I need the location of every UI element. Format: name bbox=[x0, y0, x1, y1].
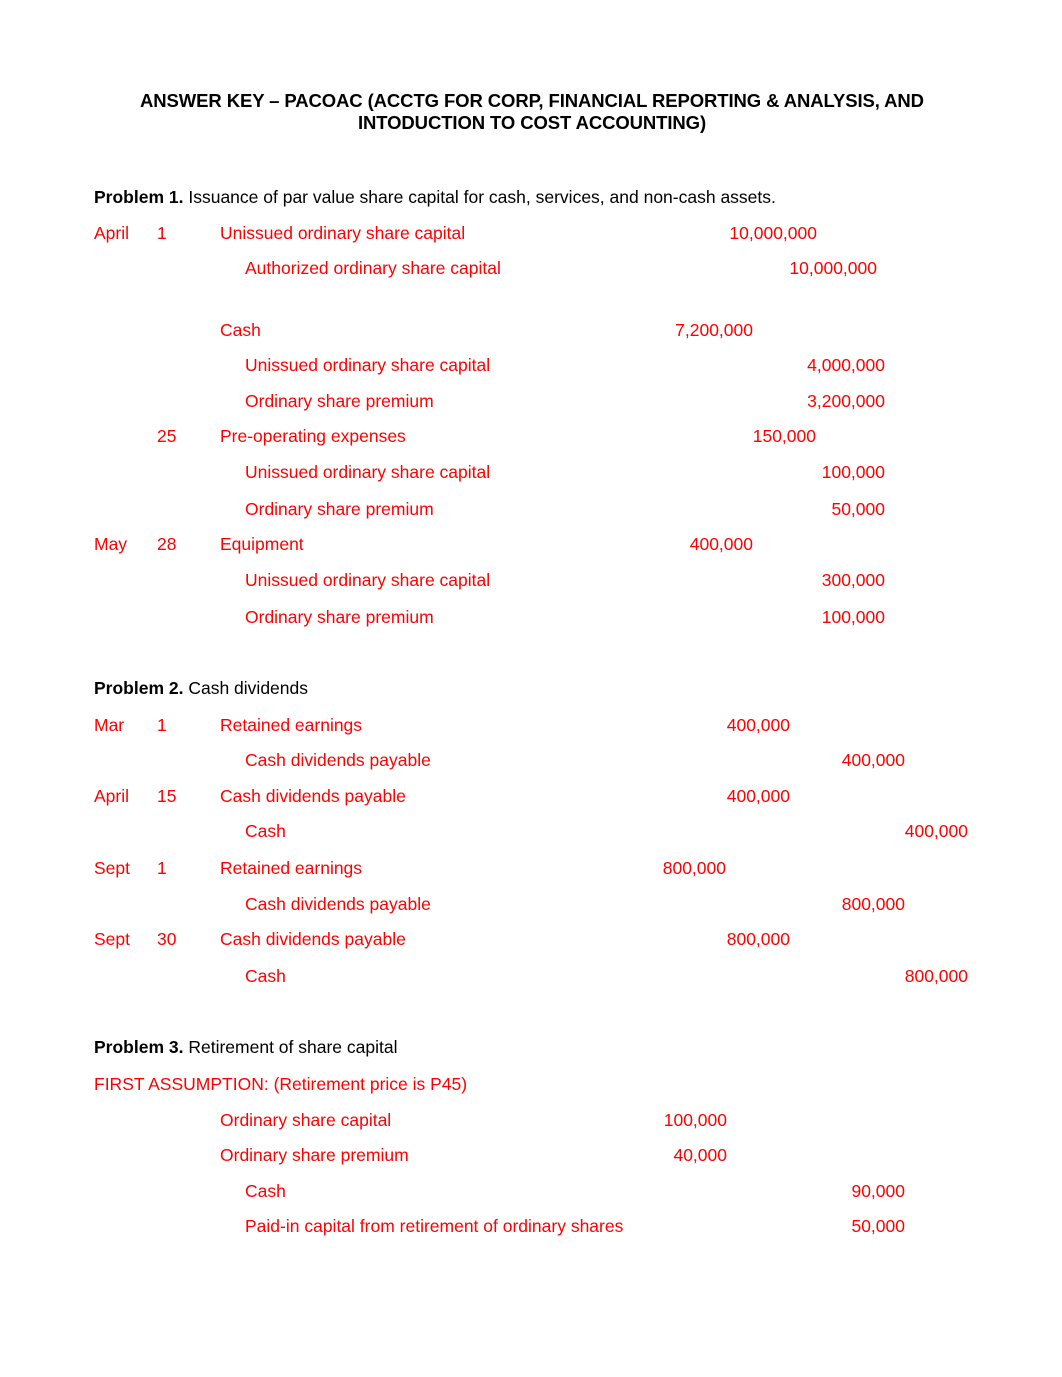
journal-entry-row: Paid-in capital from retirement of ordin… bbox=[0, 1215, 1062, 1237]
journal-entry-row: Cash dividends payable 800,000 bbox=[0, 893, 1062, 915]
entry-amount-credit: 3,200,000 bbox=[807, 391, 885, 411]
entry-amount-credit: 50,000 bbox=[831, 499, 885, 519]
entry-amount-debit: 7,200,000 bbox=[675, 320, 753, 340]
problem-label: Problem 2. bbox=[94, 678, 184, 698]
problem-heading-1: Problem 1. Issuance of par value share c… bbox=[94, 186, 776, 208]
entry-amount-credit: 400,000 bbox=[904, 821, 968, 841]
entry-day: 25 bbox=[157, 426, 177, 446]
entry-month: April bbox=[94, 223, 130, 243]
entry-amount-credit: 300,000 bbox=[821, 570, 885, 590]
entry-amount-credit: 50,000 bbox=[851, 1216, 905, 1236]
entry-amount-debit: 10,000,000 bbox=[729, 223, 817, 243]
journal-entry-row: Ordinary share premium 3,200,000 bbox=[0, 390, 1062, 412]
journal-entry-row: Authorized ordinary share capital 10,000,… bbox=[0, 257, 1062, 279]
problem-heading-2: Problem 2. Cash dividends bbox=[94, 677, 308, 699]
problem-heading-3: Problem 3. Retirement of share capital bbox=[94, 1036, 397, 1058]
entry-day: 30 bbox=[157, 929, 177, 949]
entry-amount-debit: 100,000 bbox=[663, 1110, 727, 1130]
problem-label: Problem 3. bbox=[94, 1037, 184, 1057]
entry-day: 1 bbox=[157, 223, 167, 243]
problem-description: Cash dividends bbox=[183, 678, 309, 698]
journal-entry-row: Cash 400,000 bbox=[0, 820, 1062, 842]
entry-day: 1 bbox=[157, 715, 167, 735]
entry-account-debit: Ordinary share premium bbox=[220, 1145, 409, 1165]
entry-account-credit: Paid-in capital from retirement of ordin… bbox=[245, 1216, 624, 1236]
entry-account-debit: Unissued ordinary share capital bbox=[220, 223, 466, 243]
entry-month: Sept bbox=[94, 858, 130, 878]
page-title: ANSWER KEY – PACOAC (ACCTG FOR CORP, FIN… bbox=[140, 90, 924, 133]
entry-amount-credit: 400,000 bbox=[841, 750, 905, 770]
entry-amount-debit: 400,000 bbox=[726, 715, 790, 735]
entry-month: Sept bbox=[94, 929, 130, 949]
journal-entry-row: April 15 Cash dividends payable 400,000 bbox=[0, 785, 1062, 807]
entry-account-debit: Cash bbox=[220, 320, 261, 340]
journal-entry-row: Cash 7,200,000 bbox=[0, 319, 1062, 341]
entry-account-credit: Ordinary share premium bbox=[245, 607, 434, 627]
entry-amount-debit: 40,000 bbox=[673, 1145, 727, 1165]
journal-entry-row: Unissued ordinary share capital 4,000,000 bbox=[0, 354, 1062, 376]
entry-account-credit: Ordinary share premium bbox=[245, 391, 434, 411]
entry-account-debit: Retained earnings bbox=[220, 715, 363, 735]
entry-account-credit: Cash bbox=[245, 1181, 286, 1201]
entry-account-debit: Pre-operating expenses bbox=[220, 426, 406, 446]
journal-entry-row: Ordinary share premium 100,000 bbox=[0, 606, 1062, 628]
entry-account-debit: Cash dividends payable bbox=[220, 786, 406, 806]
entry-account-credit: Cash dividends payable bbox=[245, 894, 431, 914]
journal-entry-row: April 1 Unissued ordinary share capital 10,… bbox=[0, 222, 1062, 244]
journal-entry-row: 25 Pre-operating expenses 150,000 bbox=[0, 425, 1062, 447]
entry-amount-credit: 4,000,000 bbox=[807, 355, 885, 375]
entry-account-debit: Equipment bbox=[220, 534, 304, 554]
entry-amount-credit: 100,000 bbox=[821, 462, 885, 482]
entry-day: 15 bbox=[157, 786, 177, 806]
entry-month: May bbox=[94, 534, 128, 554]
entry-month: April bbox=[94, 786, 130, 806]
journal-entry-row: Ordinary share premium 40,000 bbox=[0, 1144, 1062, 1166]
entry-account-debit: Cash dividends payable bbox=[220, 929, 406, 949]
problem-description: Issuance of par value share capital for … bbox=[183, 187, 776, 207]
entry-amount-credit: 10,000,000 bbox=[789, 258, 877, 278]
journal-entry-row: Unissued ordinary share capital 100,000 bbox=[0, 461, 1062, 483]
entry-account-debit: Retained earnings bbox=[220, 858, 363, 878]
journal-entry-row: Cash dividends payable 400,000 bbox=[0, 749, 1062, 771]
entry-account-credit: Unissued ordinary share capital bbox=[245, 462, 491, 482]
journal-entry-row: Unissued ordinary share capital 300,000 bbox=[0, 569, 1062, 591]
entry-amount-debit: 800,000 bbox=[662, 858, 726, 878]
document-page: ANSWER KEY – PACOAC (ACCTG FOR CORP, FIN… bbox=[0, 0, 1062, 1377]
entry-amount-credit: 100,000 bbox=[821, 607, 885, 627]
journal-entry-row: Cash 800,000 bbox=[0, 965, 1062, 987]
entry-account-debit: Ordinary share capital bbox=[220, 1110, 392, 1130]
entry-account-credit: Cash bbox=[245, 821, 286, 841]
entry-amount-credit: 90,000 bbox=[851, 1181, 905, 1201]
entry-month: Mar bbox=[94, 715, 125, 735]
problem-label: Problem 1. bbox=[94, 187, 184, 207]
entry-amount-debit: 400,000 bbox=[689, 534, 753, 554]
entry-day: 28 bbox=[157, 534, 177, 554]
entry-account-credit: Cash bbox=[245, 966, 286, 986]
assumption-line: FIRST ASSUMPTION: (Retirement price is P… bbox=[94, 1074, 468, 1094]
entry-amount-debit: 800,000 bbox=[726, 929, 790, 949]
entry-account-credit: Authorized ordinary share capital bbox=[245, 258, 501, 278]
journal-entry-row: Sept 1 Retained earnings 800,000 bbox=[0, 857, 1062, 879]
entry-amount-credit: 800,000 bbox=[904, 966, 968, 986]
entry-account-credit: Cash dividends payable bbox=[245, 750, 431, 770]
journal-entry-row: Ordinary share capital 100,000 bbox=[0, 1109, 1062, 1131]
problem-description: Retirement of share capital bbox=[183, 1037, 398, 1057]
entry-amount-debit: 400,000 bbox=[726, 786, 790, 806]
entry-day: 1 bbox=[157, 858, 167, 878]
journal-entry-row: Ordinary share premium 50,000 bbox=[0, 498, 1062, 520]
entry-account-credit: Unissued ordinary share capital bbox=[245, 570, 491, 590]
journal-entry-row: Mar 1 Retained earnings 400,000 bbox=[0, 714, 1062, 736]
journal-entry-row: May 28 Equipment 400,000 bbox=[0, 533, 1062, 555]
entry-amount-credit: 800,000 bbox=[841, 894, 905, 914]
entry-amount-debit: 150,000 bbox=[752, 426, 816, 446]
entry-account-credit: Ordinary share premium bbox=[245, 499, 434, 519]
journal-entry-row: Sept 30 Cash dividends payable 800,000 bbox=[0, 928, 1062, 950]
journal-entry-row: Cash 90,000 bbox=[0, 1180, 1062, 1202]
entry-account-credit: Unissued ordinary share capital bbox=[245, 355, 491, 375]
